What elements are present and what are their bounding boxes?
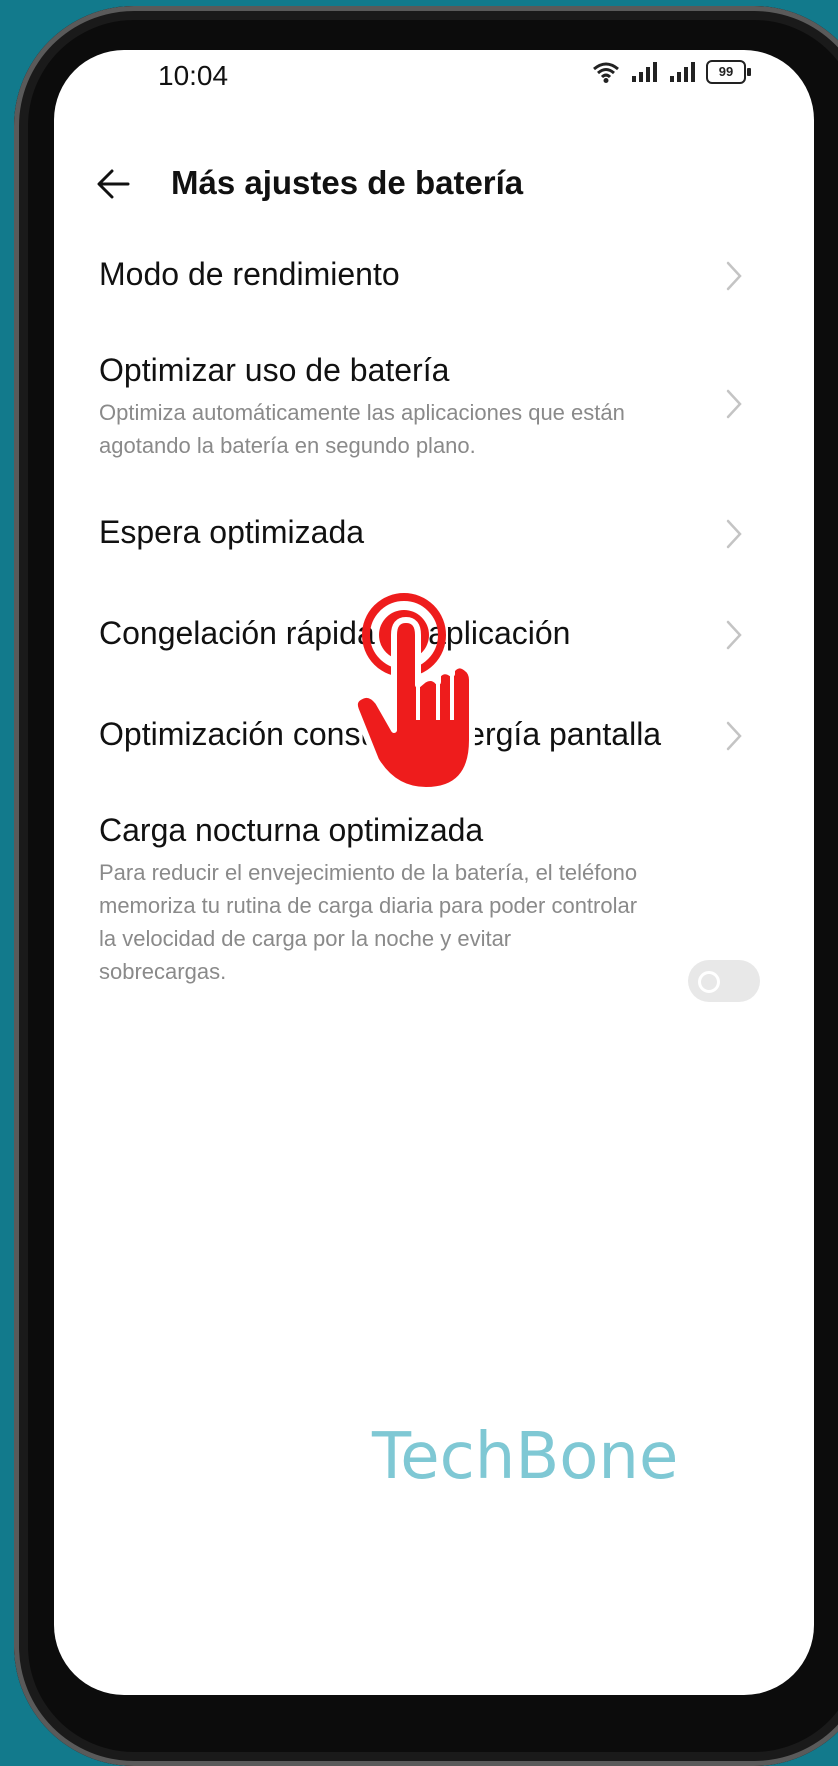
settings-item-description: Optimiza automáticamente las aplicacione… [99, 400, 625, 458]
settings-item-title: Espera optimizada [99, 514, 365, 550]
chevron-right-icon [726, 261, 742, 291]
page-header: Más ajustes de batería [54, 160, 814, 220]
carga-nocturna-toggle[interactable] [688, 960, 760, 1002]
settings-item-espera-optimizada[interactable]: Espera optimizada [99, 512, 742, 552]
signal-icon-sim2 [670, 62, 695, 82]
settings-item-title: Carga nocturna optimizada [99, 812, 484, 848]
toggle-knob [698, 971, 720, 993]
settings-item-description: Para reducir el envejecimiento de la bat… [99, 860, 638, 984]
status-icons: 99 [592, 60, 751, 84]
arrow-left-icon[interactable] [94, 160, 134, 208]
settings-item-carga-nocturna: Carga nocturna optimizada Para reducir e… [99, 810, 739, 988]
settings-item-modo-rendimiento[interactable]: Modo de rendimiento [99, 254, 742, 294]
status-time: 10:04 [158, 60, 229, 91]
chevron-right-icon [726, 620, 742, 650]
watermark-logo: TechBone [372, 1420, 679, 1494]
wifi-icon [593, 62, 619, 83]
battery-icon: 99 [706, 60, 751, 84]
settings-item-title: Optimizar uso de batería [99, 352, 450, 388]
tap-hand-icon [354, 593, 475, 793]
chevron-right-icon [726, 389, 742, 419]
signal-icon-sim1 [632, 62, 657, 82]
page-title: Más ajustes de batería [171, 164, 524, 201]
settings-item-optimizar-uso-bateria[interactable]: Optimizar uso de batería Optimiza automá… [99, 350, 742, 462]
chevron-right-icon [726, 519, 742, 549]
status-bar: 10:04 99 [54, 50, 814, 110]
chevron-right-icon [726, 721, 742, 751]
settings-item-title: Modo de rendimiento [99, 256, 400, 292]
